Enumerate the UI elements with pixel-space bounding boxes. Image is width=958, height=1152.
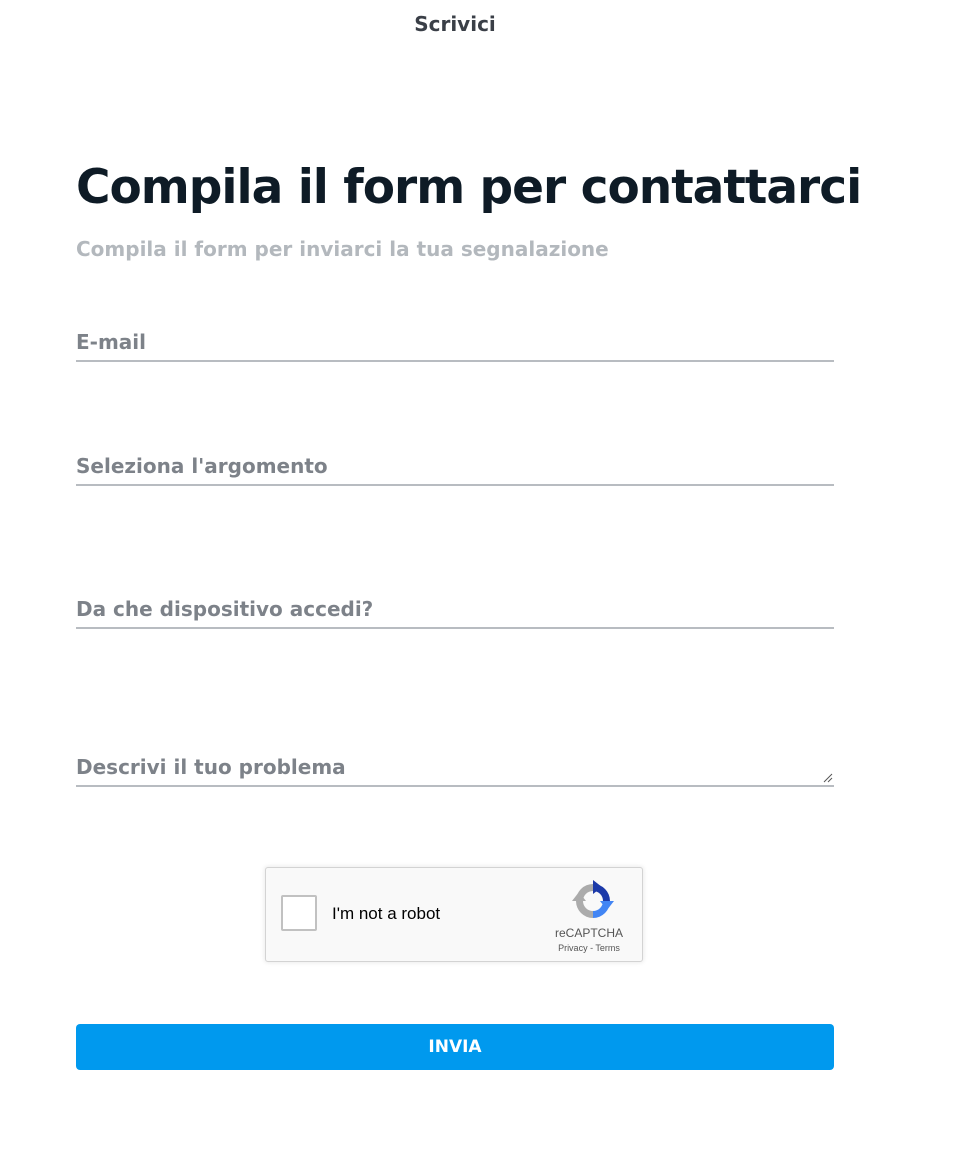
page-header-title: Scrivici	[414, 12, 496, 36]
device-select[interactable]: Da che dispositivo accedi?	[76, 597, 834, 629]
problem-description-label: Descrivi il tuo problema	[76, 755, 346, 779]
email-field-label: E-mail	[76, 330, 147, 354]
recaptcha-widget: I'm not a robot reCAPTCHA Privacy - Term…	[265, 867, 643, 962]
recaptcha-checkbox-label: I'm not a robot	[332, 904, 441, 923]
problem-description-textarea[interactable]: Descrivi il tuo problema	[76, 755, 834, 787]
email-field[interactable]: E-mail	[76, 330, 834, 362]
contact-page: Scrivici Compila il form per contattarci…	[0, 0, 958, 1152]
device-select-label: Da che dispositivo accedi?	[76, 597, 374, 621]
recaptcha-brand: reCAPTCHA	[554, 926, 623, 940]
recaptcha-logo-icon	[572, 880, 614, 918]
recaptcha-privacy-link[interactable]: Privacy	[558, 943, 588, 953]
recaptcha-checkbox[interactable]	[281, 895, 317, 931]
recaptcha-terms-link[interactable]: Terms	[595, 943, 620, 953]
form-heading: Compila il form per contattarci	[76, 160, 862, 215]
resize-handle-icon[interactable]	[823, 773, 833, 783]
submit-button[interactable]: INVIA	[76, 1024, 834, 1070]
topic-select-label: Seleziona l'argomento	[76, 454, 328, 478]
recaptcha-links: Privacy - Terms	[544, 943, 634, 953]
form-subheading: Compila il form per inviarci la tua segn…	[76, 237, 609, 261]
topic-select[interactable]: Seleziona l'argomento	[76, 454, 834, 486]
